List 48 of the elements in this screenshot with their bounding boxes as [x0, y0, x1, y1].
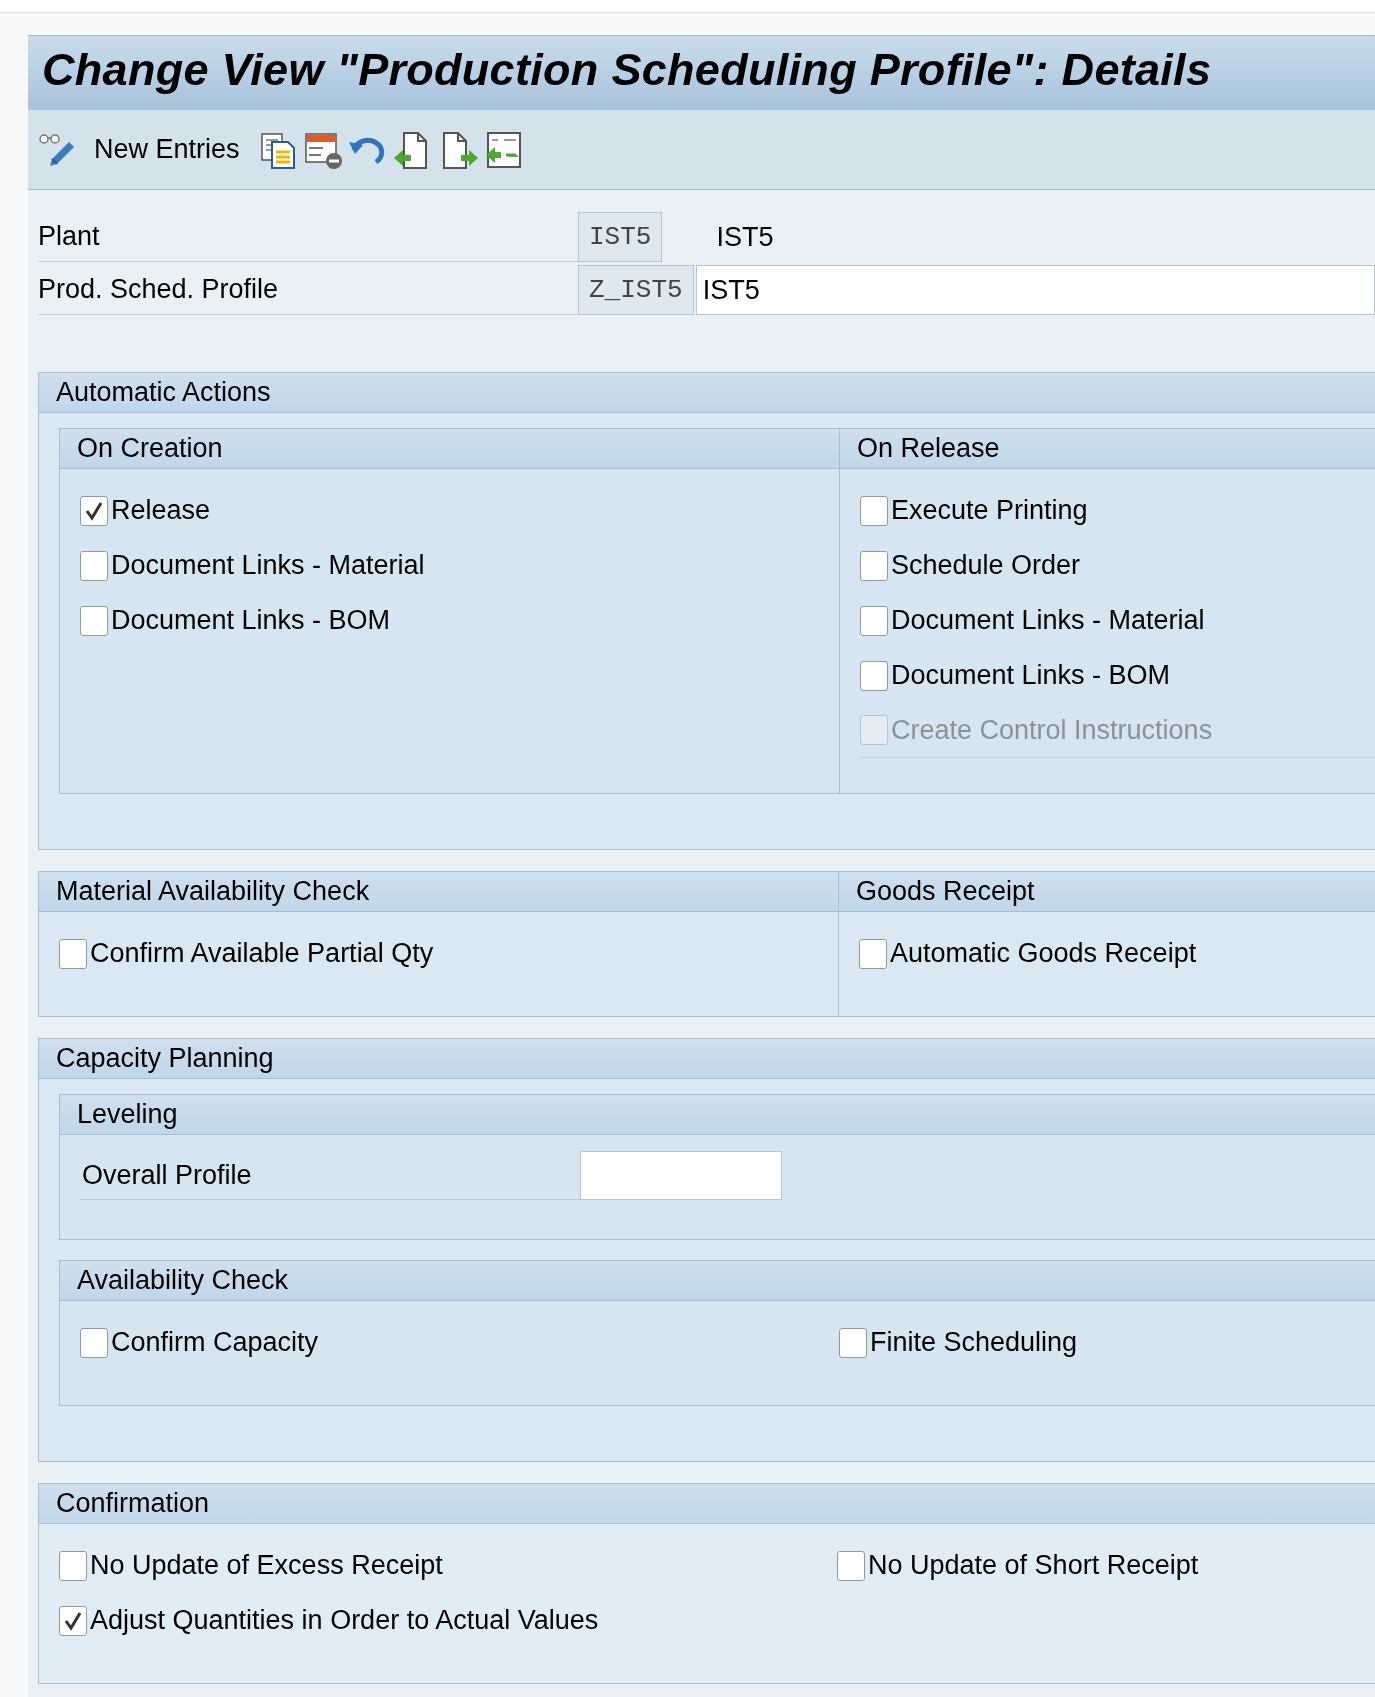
- checkbox[interactable]: [860, 495, 888, 526]
- checkbox-label: Finite Scheduling: [870, 1327, 1078, 1358]
- window-title: Change View "Production Scheduling Profile": Details: [42, 44, 1213, 96]
- checkbox-label: Confirm Available Partial Qty: [90, 938, 434, 969]
- checkbox-label: Document Links - Material: [111, 550, 425, 581]
- input-field[interactable]: [580, 1151, 782, 1200]
- field-label: Plant: [38, 212, 578, 262]
- checkbox-label: Release: [111, 495, 211, 526]
- description-field[interactable]: IST5: [695, 265, 1375, 315]
- key-field: IST5: [578, 212, 663, 262]
- new-entries-button[interactable]: New Entries: [94, 134, 240, 165]
- checkbox[interactable]: [860, 605, 888, 636]
- checkbox[interactable]: [860, 660, 888, 691]
- checkbox[interactable]: [80, 550, 108, 581]
- checkbox-label: Confirm Capacity: [111, 1327, 319, 1358]
- checkbox[interactable]: [59, 1605, 87, 1636]
- key-field: Z_IST5: [578, 265, 694, 315]
- checkbox-label: Document Links - BOM: [891, 660, 1171, 691]
- group-header: Confirmation: [39, 1484, 1375, 1524]
- field-label: Prod. Sched. Profile: [38, 265, 578, 315]
- checkbox-label: Execute Printing: [891, 495, 1088, 526]
- group-header: Availability Check: [60, 1261, 1375, 1301]
- field-value: IST5: [715, 220, 774, 254]
- checkbox-label: No Update of Short Receipt: [868, 1550, 1199, 1581]
- checkbox[interactable]: [860, 550, 888, 581]
- checkbox[interactable]: [80, 605, 108, 636]
- group-header: On Creation: [60, 429, 839, 469]
- checkbox[interactable]: [80, 1327, 108, 1358]
- checkbox[interactable]: [59, 938, 87, 969]
- checkbox[interactable]: [80, 495, 108, 526]
- checkbox-label: Document Links - Material: [891, 605, 1205, 636]
- checkbox-label: Automatic Goods Receipt: [890, 938, 1197, 969]
- group-header: Material Availability Check: [39, 872, 838, 912]
- checkbox-label: Schedule Order: [891, 550, 1081, 581]
- checkbox-label: Adjust Quantities in Order to Actual Values: [90, 1605, 599, 1636]
- group-header: Goods Receipt: [839, 872, 1375, 912]
- checkbox-label: No Update of Excess Receipt: [90, 1550, 443, 1581]
- checkbox-label: Document Links - BOM: [111, 605, 391, 636]
- group-header: Capacity Planning: [39, 1039, 1375, 1079]
- checkbox[interactable]: [837, 1550, 865, 1581]
- group-header: Automatic Actions: [39, 373, 1375, 413]
- checkbox[interactable]: [59, 1550, 87, 1581]
- field-label: Overall Profile: [80, 1151, 580, 1200]
- group-header: Leveling: [60, 1095, 1375, 1135]
- checkbox[interactable]: [859, 938, 887, 969]
- checkbox[interactable]: [839, 1327, 867, 1358]
- group-header: On Release: [840, 429, 1375, 469]
- checkbox-label: Create Control Instructions: [891, 714, 1213, 746]
